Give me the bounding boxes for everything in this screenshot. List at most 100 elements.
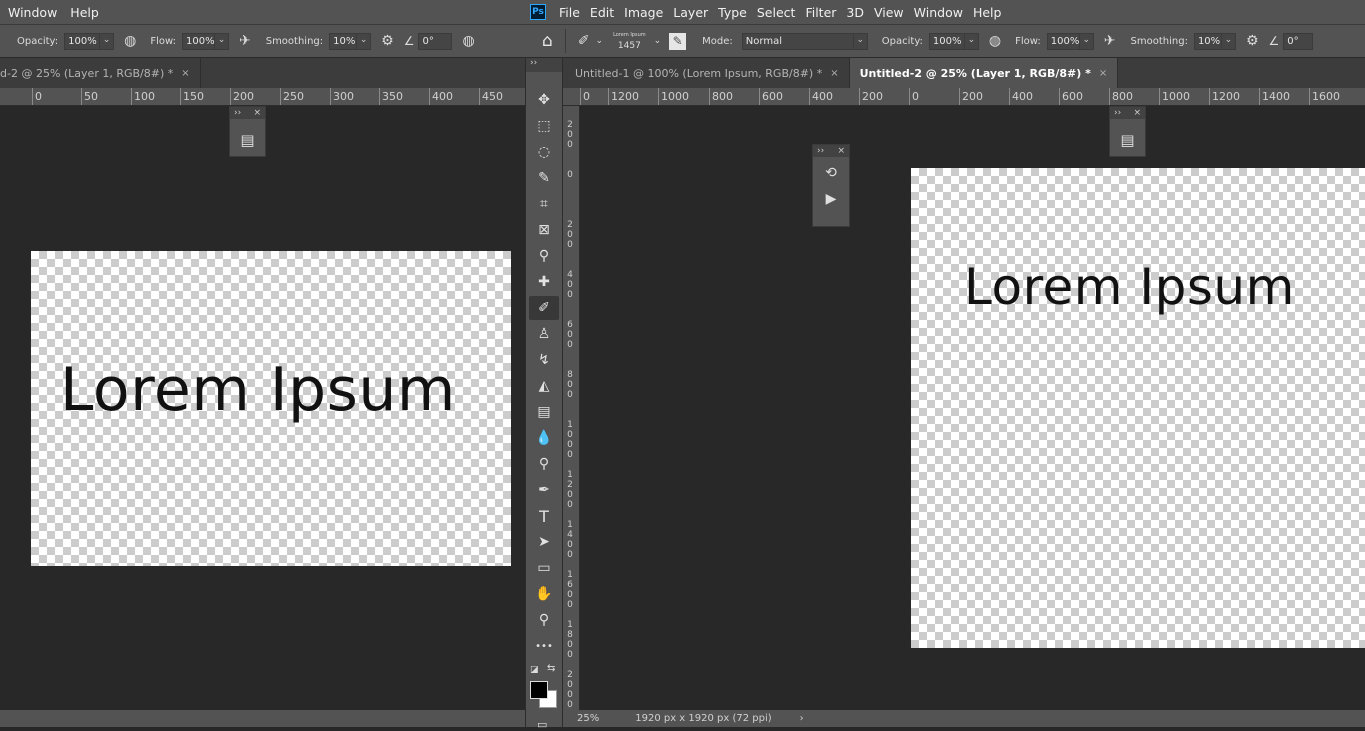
ruler-label: 1200 [608,88,639,105]
smoothing-field[interactable]: 10% [329,32,358,50]
collapse-icon[interactable]: ›› [526,58,562,72]
healing-brush-icon[interactable]: ✚ [529,270,559,294]
close-icon[interactable]: × [1099,68,1107,79]
opacity-field[interactable]: 100% [928,32,965,50]
frame-icon[interactable]: ⊠ [529,218,559,242]
history-icon[interactable]: ⟲ [813,165,849,181]
menu-image[interactable]: Image [624,5,663,20]
vruler-label: 1 0 0 0 [567,420,573,460]
menu-file[interactable]: File [559,5,580,20]
menu-view[interactable]: View [874,5,904,20]
menu-help[interactable]: Help [70,5,99,20]
history-brush-icon[interactable]: ↯ [529,348,559,372]
gear-icon[interactable]: ⚙ [381,33,394,49]
pressure-opacity-icon[interactable]: ◍ [989,33,1001,49]
pen-icon[interactable]: ✒ [529,478,559,502]
pressure-opacity-icon[interactable]: ◍ [124,33,136,49]
chevron-down-icon[interactable]: ⌄ [654,36,662,46]
chevron-down-icon[interactable]: ⌄ [596,36,604,46]
angle-field[interactable]: 0° [1283,32,1314,50]
gear-icon[interactable]: ⚙ [1246,33,1259,49]
chevron-down-icon[interactable]: ⌄ [357,32,372,50]
menu-help[interactable]: Help [973,5,1002,20]
canvas-text: Lorem Ipsum [964,258,1295,316]
ruler-label: 200 [959,88,983,105]
menu-window[interactable]: Window [8,5,57,20]
pressure-size-icon[interactable]: ◍ [462,33,474,49]
tab-untitled-1[interactable]: Untitled-1 @ 100% (Lorem Ipsum, RGB/8#) … [563,58,850,88]
actions-play-icon[interactable]: ▶ [813,191,849,207]
swap-colors-icon[interactable]: ⇆ [547,663,555,674]
path-select-icon[interactable]: ➤ [529,530,559,554]
close-icon[interactable]: × [837,146,845,156]
right-canvas-area[interactable]: Lorem Ipsum ›› × ▤ ›› × ⟲ ▶ [580,106,1365,710]
brush-tool-icon[interactable]: ✐ [578,33,590,49]
chevron-down-icon[interactable]: ⌄ [100,32,115,50]
angle-field[interactable]: 0° [418,32,453,50]
tab-untitled-2[interactable]: d-2 @ 25% (Layer 1, RGB/8#) * × [0,58,201,88]
chevron-down-icon[interactable]: ⌄ [1221,32,1236,50]
chevron-down-icon[interactable]: ⌄ [853,32,868,50]
brush-settings-icon[interactable]: ✎ [669,32,687,50]
properties-icon[interactable]: ▤ [230,131,265,149]
collapse-icon[interactable]: ›› [817,146,824,156]
zoom-level[interactable]: 25% [577,713,599,724]
menu-type[interactable]: Type [718,5,747,20]
collapse-icon[interactable]: ›› [234,108,241,118]
chevron-down-icon[interactable]: ⌄ [1079,32,1094,50]
opacity-field[interactable]: 100% [64,32,101,50]
blur-icon[interactable]: 💧 [529,426,559,450]
eyedropper-icon[interactable]: ⚲ [529,244,559,268]
tab-untitled-2[interactable]: Untitled-2 @ 25% (Layer 1, RGB/8#) * × [849,58,1119,88]
properties-icon[interactable]: ▤ [1110,131,1145,149]
right-horizontal-ruler: 0 1200 1000 800 600 400 200 0 200 400 60… [563,88,1365,106]
flow-field[interactable]: 100% [181,32,215,50]
more-tools-icon[interactable]: ••• [529,634,559,658]
gradient-icon[interactable]: ▤ [529,400,559,424]
move-icon[interactable]: ✥ [529,88,559,112]
menu-3d[interactable]: 3D [846,5,864,20]
chevron-down-icon[interactable]: ⌄ [214,32,229,50]
lasso-icon[interactable]: ◌ [529,140,559,164]
clone-stamp-icon[interactable]: ♙ [529,322,559,346]
close-icon[interactable]: × [830,68,838,79]
airbrush-icon[interactable]: ✈ [239,33,251,49]
dodge-icon[interactable]: ⚲ [529,452,559,476]
foreground-color-swatch[interactable] [530,681,548,699]
close-icon[interactable]: × [253,108,261,118]
smoothing-field[interactable]: 10% [1193,32,1222,50]
menu-filter[interactable]: Filter [805,5,836,20]
menu-window[interactable]: Window [914,5,963,20]
right-mini-panel: ›› × ▤ [1109,106,1146,157]
status-menu-arrow[interactable]: › [800,713,804,724]
airbrush-icon[interactable]: ✈ [1104,33,1116,49]
brush-icon[interactable]: ✐ [529,296,559,320]
menu-layer[interactable]: Layer [673,5,708,20]
eraser-icon[interactable]: ◭ [529,374,559,398]
brush-preset-picker[interactable]: Lorem Ipsum 1457 [613,30,646,52]
quick-mask-icon[interactable]: ▭ [537,718,547,731]
menu-select[interactable]: Select [757,5,796,20]
type-icon[interactable]: T [529,504,559,528]
right-document-canvas[interactable]: Lorem Ipsum [911,168,1365,648]
home-icon[interactable]: ⌂ [542,31,553,51]
mode-select[interactable]: Normal [741,32,854,50]
ruler-label: 250 [280,88,304,105]
zoom-icon[interactable]: ⚲ [529,608,559,632]
left-document-canvas[interactable]: Lorem Ipsum [31,251,511,566]
collapse-icon[interactable]: ›› [1114,108,1121,118]
flow-field[interactable]: 100% [1046,32,1080,50]
ruler-label: 150 [180,88,204,105]
left-canvas-area[interactable]: Lorem Ipsum ›› × ▤ [0,106,525,710]
menu-edit[interactable]: Edit [590,5,614,20]
close-icon[interactable]: × [1133,108,1141,118]
default-colors-icon[interactable]: ◪ [530,665,539,675]
hand-icon[interactable]: ✋ [529,582,559,606]
photoshop-app-icon[interactable]: Ps [530,4,546,20]
marquee-icon[interactable]: ⬚ [529,114,559,138]
chevron-down-icon[interactable]: ⌄ [964,32,979,50]
quick-select-icon[interactable]: ✎ [529,166,559,190]
crop-icon[interactable]: ⌗ [529,192,559,216]
rectangle-icon[interactable]: ▭ [529,556,559,580]
close-icon[interactable]: × [181,68,189,79]
